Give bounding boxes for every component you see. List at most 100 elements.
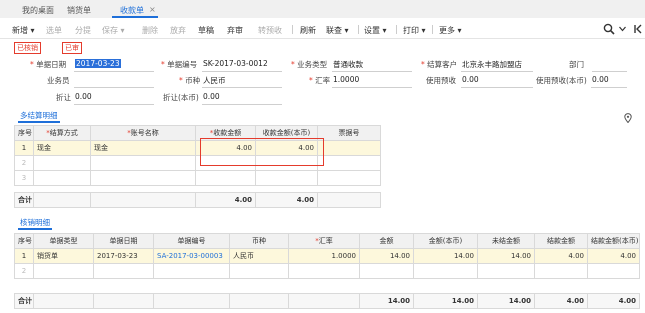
row-index: 1 <box>14 248 34 264</box>
tab-sales-order[interactable]: 销货单 <box>67 5 91 16</box>
col-header: 结款金额 <box>534 233 588 249</box>
currency-cell[interactable] <box>229 263 289 279</box>
empty-cell <box>33 293 94 309</box>
first-page-icon[interactable] <box>634 24 642 34</box>
table-row[interactable]: 1 销货单 2017-03-23 SA-2017-03-00003 人民币 1.… <box>14 248 640 264</box>
rate-cell[interactable] <box>288 263 360 279</box>
settle-method-cell[interactable]: 现金 <box>33 140 91 156</box>
doc-code-link[interactable]: SA-2017-03-00003 <box>153 248 230 264</box>
amount-local-cell[interactable] <box>413 263 478 279</box>
settle-total-row: 合计 4.00 4.00 <box>14 192 381 208</box>
table-row[interactable]: 2 <box>14 155 381 171</box>
field-underline <box>202 104 282 105</box>
settings-button[interactable]: 设置 ▾ <box>364 25 387 36</box>
account-name-cell[interactable]: 现金 <box>90 140 196 156</box>
col-header: 单据编号 <box>153 233 230 249</box>
settle-method-cell[interactable] <box>33 155 91 171</box>
col-header: 单据类型 <box>33 233 94 249</box>
unsettled-cell[interactable] <box>477 263 535 279</box>
biz-type-field[interactable]: 普通收款 <box>333 59 363 70</box>
tab-close-icon[interactable]: × <box>149 5 156 14</box>
settle-amount-cell[interactable] <box>534 263 588 279</box>
amount-local-cell[interactable]: 14.00 <box>413 248 478 264</box>
code-field[interactable]: SK-2017-03-0012 <box>203 59 268 68</box>
total-label: 合计 <box>14 293 34 309</box>
void-audit-button[interactable]: 弃审 <box>227 25 243 36</box>
split-button[interactable]: 分提 <box>75 25 91 36</box>
col-header: 未结金额 <box>477 233 535 249</box>
verify-section-indicator <box>18 228 52 230</box>
abandon-button[interactable]: 放弃 <box>170 25 186 36</box>
field-underline <box>461 71 533 72</box>
customer-field[interactable]: 北京永丰路加盟店 <box>462 59 522 70</box>
more-button[interactable]: 更多 ▾ <box>439 25 462 36</box>
amount-cell[interactable]: 14.00 <box>359 248 414 264</box>
table-row[interactable]: 3 <box>14 170 381 186</box>
settle-amount-local-cell[interactable]: 4.00 <box>587 248 640 264</box>
rate-cell[interactable]: 1.0000 <box>288 248 360 264</box>
discount-local-field[interactable]: 0.00 <box>203 92 220 101</box>
row-index: 1 <box>14 140 34 156</box>
row-index: 3 <box>14 170 34 186</box>
unsettled-cell[interactable]: 14.00 <box>477 248 535 264</box>
total-settle-local: 4.00 <box>587 293 640 309</box>
date-field[interactable]: 2017-03-23 <box>75 59 121 68</box>
col-header: 单据日期 <box>93 233 154 249</box>
amount-cell[interactable] <box>359 263 414 279</box>
account-name-cell[interactable] <box>90 155 196 171</box>
toolbar-separator <box>396 25 397 34</box>
empty-cell <box>90 192 196 208</box>
bill-no-cell[interactable] <box>317 170 381 186</box>
doc-date-cell[interactable]: 2017-03-23 <box>93 248 154 264</box>
field-underline <box>592 71 627 72</box>
transfer-prepay-button[interactable]: 转预收 <box>258 25 282 36</box>
empty-cell <box>33 192 91 208</box>
verify-table: 序号 单据类型 单据日期 单据编号 币种 *汇率 金额 金额(本币) 未结金额 … <box>14 233 640 309</box>
use-prepay-field[interactable]: 0.00 <box>462 75 479 84</box>
verify-section-title[interactable]: 核销明细 <box>20 217 50 228</box>
use-prepay-local-field[interactable]: 0.00 <box>592 75 609 84</box>
settle-method-cell[interactable] <box>33 170 91 186</box>
draft-button[interactable]: 草稿 <box>198 25 214 36</box>
location-pin-icon[interactable] <box>624 113 632 123</box>
tab-receipt[interactable]: 收款单 <box>120 5 144 16</box>
table-row[interactable]: 2 <box>14 263 640 279</box>
table-row[interactable]: 1 现金 现金 4.00 4.00 <box>14 140 381 156</box>
total-unsettled: 14.00 <box>477 293 535 309</box>
amount-cell[interactable] <box>195 170 256 186</box>
new-button[interactable]: 新增 ▾ <box>12 25 35 36</box>
settle-amount-cell[interactable]: 4.00 <box>534 248 588 264</box>
currency-field[interactable]: 人民币 <box>203 75 226 86</box>
doc-code-cell[interactable] <box>153 263 230 279</box>
select-button[interactable]: 选单 <box>46 25 62 36</box>
delete-button[interactable]: 删除 <box>142 25 158 36</box>
search-icon[interactable] <box>603 23 615 35</box>
toolbar-separator <box>358 25 359 34</box>
save-button[interactable]: 保存 ▾ <box>102 25 125 36</box>
refresh-button[interactable]: 刷新 <box>300 25 316 36</box>
print-button[interactable]: 打印 ▾ <box>403 25 426 36</box>
settle-section-title[interactable]: 多结算明细 <box>20 110 58 121</box>
bill-no-cell[interactable] <box>317 155 381 171</box>
chevron-down-icon[interactable] <box>619 26 626 32</box>
doc-date-cell[interactable] <box>93 263 154 279</box>
query-button[interactable]: 联查 ▾ <box>326 25 349 36</box>
toolbar-separator <box>432 25 433 34</box>
total-label: 合计 <box>14 192 34 208</box>
account-name-cell[interactable] <box>90 170 196 186</box>
doc-type-cell[interactable] <box>33 263 94 279</box>
col-header: *汇率 <box>288 233 360 249</box>
col-header: 币种 <box>229 233 289 249</box>
amount-local-cell[interactable] <box>255 170 318 186</box>
tab-desktop[interactable]: 我的桌面 <box>22 5 54 16</box>
bill-no-cell[interactable] <box>317 140 381 156</box>
rate-field[interactable]: 1.0000 <box>333 75 359 84</box>
date-label: * 单据日期 <box>30 60 67 69</box>
row-index: 2 <box>14 263 34 279</box>
row-index: 2 <box>14 155 34 171</box>
discount-field[interactable]: 0.00 <box>75 92 92 101</box>
spacer-row <box>15 279 640 294</box>
doc-type-cell[interactable]: 销货单 <box>33 248 94 264</box>
settle-amount-local-cell[interactable] <box>587 263 640 279</box>
currency-cell[interactable]: 人民币 <box>229 248 289 264</box>
